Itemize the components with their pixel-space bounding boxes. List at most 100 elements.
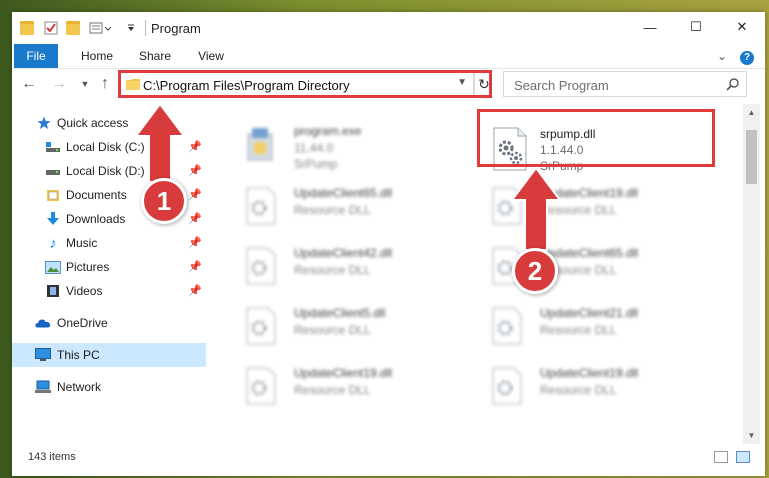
scroll-down-arrow-icon[interactable]: ▼ [743, 427, 760, 444]
address-bar[interactable]: C:\Program Files\Program Directory ▼ [118, 71, 474, 97]
pin-icon[interactable]: 📌 [188, 212, 202, 225]
sidebar-item-onedrive[interactable]: OneDrive [12, 311, 206, 335]
dll-icon [490, 306, 530, 352]
back-button[interactable]: ← [18, 73, 40, 95]
dll-icon [490, 366, 530, 412]
file-item-program-exe[interactable]: program.exe 11.44.0 SrPump [244, 122, 480, 174]
tab-share[interactable]: Share [130, 44, 180, 68]
folder-icon [18, 19, 36, 37]
minimize-button[interactable]: — [627, 12, 673, 42]
sidebar-item-videos[interactable]: Videos 📌 [12, 279, 206, 303]
large-icons-view-button[interactable] [736, 451, 750, 463]
onedrive-icon [35, 315, 51, 331]
file-item-srpump-dll[interactable]: srpump.dll 1.1.44.0 SrPump [490, 124, 726, 176]
dropdown-arrow-icon[interactable] [124, 19, 138, 37]
close-button[interactable]: ✕ [719, 12, 765, 42]
file-name: UpdateClient65.dll [540, 246, 639, 260]
file-name: UpdateClient19.dll [540, 186, 639, 200]
title-separator [145, 20, 146, 36]
file-name: UpdateClient42.dll [294, 246, 393, 260]
file-item-updateclient21-dll[interactable]: UpdateClient21.dll Resource DLL [490, 304, 726, 356]
sidebar-item-local-disk-d[interactable]: Local Disk (D:) 📌 [12, 159, 206, 183]
sidebar-item-local-disk-c[interactable]: Local Disk (C:) 📌 [12, 135, 206, 159]
customize-quick-access-icon[interactable] [88, 19, 118, 37]
file-item-updateclient19-dll[interactable]: UpdateClient19.dll Resource DLL [244, 364, 480, 416]
tab-home[interactable]: Home [72, 44, 122, 68]
vertical-scrollbar[interactable]: ▲ ▼ [743, 104, 760, 444]
status-bar: 143 items [12, 446, 765, 468]
pin-icon[interactable]: 📌 [188, 260, 202, 273]
file-name: UpdateClient65.dll [294, 186, 393, 200]
file-name: srpump.dll [540, 127, 596, 141]
exe-icon [244, 124, 284, 170]
scrollbar-thumb[interactable] [746, 130, 757, 184]
chevron-down-icon[interactable]: ▼ [457, 77, 467, 88]
file-item-updateclient19-dll[interactable]: UpdateClient19.dll Resource DLL [490, 364, 726, 416]
dll-icon [244, 186, 284, 232]
file-item-updateclient19-dll[interactable]: UpdateClient19.dll Resource DLL [490, 184, 726, 236]
sidebar-item-label: Pictures [66, 260, 110, 274]
help-icon: ? [740, 51, 754, 65]
refresh-button[interactable]: ↻ [474, 73, 493, 95]
sidebar-item-pictures[interactable]: Pictures 📌 [12, 255, 206, 279]
pin-icon[interactable]: 📌 [188, 236, 202, 249]
search-box[interactable] [503, 71, 747, 97]
file-company: SrPump [540, 159, 584, 173]
file-company: SrPump [294, 157, 338, 171]
sidebar-item-this-pc[interactable]: This PC [12, 343, 206, 367]
pin-icon[interactable]: 📌 [188, 140, 202, 153]
file-version: 11.44.0 [294, 141, 334, 155]
new-folder-icon[interactable] [64, 19, 82, 37]
sidebar-item-music[interactable]: ♪ Music 📌 [12, 231, 206, 255]
sidebar-item-network[interactable]: Network [12, 375, 206, 399]
folder-icon [126, 78, 140, 93]
sidebar-item-label: Videos [66, 284, 103, 298]
star-icon [36, 115, 52, 131]
up-button[interactable]: ↑ [94, 73, 116, 95]
tab-view[interactable]: View [188, 44, 234, 68]
file-item-updateclient42-dll[interactable]: UpdateClient42.dll Resource DLL [244, 244, 480, 296]
maximize-button[interactable]: ☐ [673, 12, 719, 42]
scroll-up-arrow-icon[interactable]: ▲ [743, 104, 760, 121]
drive-icon [45, 163, 61, 179]
file-item-updateclient5-dll[interactable]: UpdateClient5.dll Resource DLL [244, 304, 480, 356]
search-input[interactable] [512, 75, 716, 95]
file-name: UpdateClient19.dll [294, 366, 393, 380]
sidebar-item-quick-access[interactable]: Quick access [12, 111, 206, 135]
dll-icon [244, 306, 284, 352]
pin-icon[interactable]: 📌 [188, 164, 202, 177]
sidebar-item-label: Local Disk (D:) [66, 164, 145, 178]
network-icon [35, 379, 51, 395]
sidebar-item-label: Documents [66, 188, 127, 202]
file-description: Resource DLL [540, 203, 617, 217]
dll-gear-icon [490, 126, 530, 172]
refresh-icon: ↻ [478, 75, 490, 92]
address-path[interactable]: C:\Program Files\Program Directory [143, 78, 350, 93]
recent-locations-button[interactable]: ▼ [74, 73, 96, 95]
file-name: UpdateClient5.dll [294, 306, 386, 320]
sidebar-item-label: Local Disk (C:) [66, 140, 145, 154]
file-description: Resource DLL [540, 323, 617, 337]
navigation-pane: Quick access Local Disk (C:) 📌 Local Dis… [12, 104, 208, 444]
forward-arrow-icon: → [51, 75, 67, 92]
this-pc-icon [35, 347, 51, 363]
forward-button[interactable]: → [48, 73, 70, 95]
pin-icon[interactable]: 📌 [188, 188, 202, 201]
downloads-icon [45, 211, 61, 227]
file-description: Resource DLL [294, 383, 371, 397]
help-button[interactable]: ? [736, 44, 758, 68]
file-list: program.exe 11.44.0 SrPump srpump.dll 1.… [208, 104, 742, 444]
file-name: UpdateClient21.dll [540, 306, 639, 320]
details-view-button[interactable] [714, 451, 728, 463]
properties-icon[interactable] [42, 19, 60, 37]
expand-ribbon-button[interactable]: ⌄ [712, 44, 732, 68]
dll-icon [244, 366, 284, 412]
file-item-updateclient65-dll[interactable]: UpdateClient65.dll Resource DLL [244, 184, 480, 236]
step-1-badge: 1 [141, 178, 187, 224]
sidebar-item-label: Quick access [57, 116, 129, 130]
file-description: Resource DLL [294, 263, 371, 277]
tab-file[interactable]: File [14, 44, 58, 68]
pin-icon[interactable]: 📌 [188, 284, 202, 297]
sidebar-item-label: This PC [57, 348, 100, 362]
search-icon[interactable] [726, 77, 740, 94]
